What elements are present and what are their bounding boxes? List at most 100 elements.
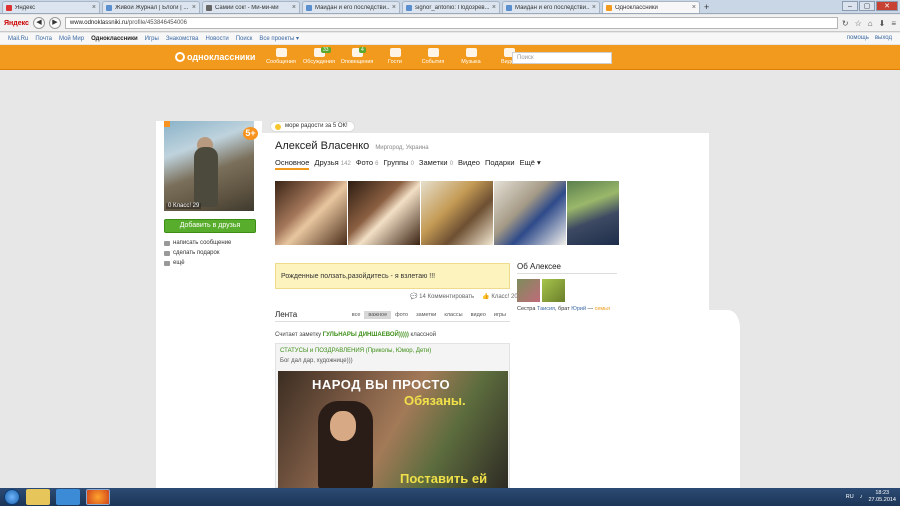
url-bar[interactable]: www.odnoklassniki.ru/profile/45384645400… (64, 17, 838, 29)
tab-label: Яндекс (15, 4, 36, 11)
profile-tabs: Основное Друзья 142 Фото 6 Группы 0 Заметки … (275, 158, 541, 170)
feed-tab[interactable]: важное (364, 311, 392, 319)
ok-menu-item[interactable]: Сообщения (262, 48, 300, 65)
profile-photo-5[interactable] (567, 181, 619, 245)
profile-tab[interactable]: Ещё ▾ (520, 158, 541, 170)
brother-link[interactable]: Юрий (571, 306, 586, 312)
download-icon[interactable]: ⬇ (879, 19, 886, 28)
browser-tab[interactable]: Живой Журнал | Блоги | ... × (102, 1, 200, 13)
browser-tab[interactable]: Майдан и его последстви... × (302, 1, 400, 13)
ok-menu-item[interactable]: События (414, 48, 452, 65)
like-link[interactable]: 👍 Класс! 20 (482, 293, 517, 300)
profile-tab-label: Группы (383, 158, 409, 167)
portal-link[interactable]: Mail.Ru (8, 36, 28, 42)
ok-logo-icon (175, 52, 185, 62)
ok-logo[interactable]: одноклассники (175, 52, 255, 62)
minimize-button[interactable]: – (842, 1, 858, 11)
portal-link[interactable]: Одноклассники (91, 36, 138, 42)
new-tab-button[interactable]: + (704, 1, 709, 13)
portal-link[interactable]: Поиск (236, 36, 253, 42)
add-friend-button[interactable]: Добавить в друзья (164, 219, 256, 233)
forward-button[interactable]: ▶ (48, 17, 61, 29)
profile-action[interactable]: написать сообщение (164, 240, 231, 246)
ok-menu-item[interactable]: Обсуждения 33 (300, 47, 338, 65)
tab-close-icon[interactable]: × (492, 4, 496, 11)
back-button[interactable]: ◀ (32, 17, 45, 29)
profile-photo-4[interactable] (494, 181, 566, 245)
profile-photo-2[interactable] (348, 181, 420, 245)
profile-action[interactable]: сделать подарок (164, 250, 231, 256)
star-icon[interactable]: ☆ (855, 19, 862, 28)
profile-tab[interactable]: Подарки (485, 158, 515, 170)
portal-link[interactable]: Мой Мир (59, 36, 84, 42)
tab-close-icon[interactable]: × (592, 4, 596, 11)
five-plus-badge[interactable]: 5+ (243, 127, 258, 140)
portal-link[interactable]: Все проекты ▾ (259, 35, 299, 42)
ok-menu-item[interactable]: Музыка (452, 48, 490, 65)
portal-link[interactable]: Почта (35, 36, 52, 42)
profile-photo-3[interactable] (421, 181, 493, 245)
feed-post-image[interactable]: НАРОД ВЫ ПРОСТО Обязаны. Поставить ей (278, 371, 508, 489)
feed-tab[interactable]: фото (391, 311, 412, 319)
profile-photo-1[interactable] (275, 181, 347, 245)
profile-tab[interactable]: Видео (458, 158, 480, 170)
browser-tab[interactable]: Одноклассники × (602, 1, 700, 13)
tab-close-icon[interactable]: × (92, 4, 96, 11)
tab-close-icon[interactable]: × (292, 4, 296, 11)
relative-thumb-brother[interactable] (542, 279, 565, 302)
profile-action-icon (164, 240, 170, 246)
browser-tab[interactable]: Майдан и его последстви... × (502, 1, 600, 13)
home-icon[interactable]: ⌂ (868, 19, 873, 28)
profile-tab[interactable]: Группы 0 (383, 158, 413, 170)
profile-action[interactable]: ещё (164, 260, 231, 266)
profile-tab[interactable]: Заметки 0 (419, 158, 453, 170)
firefox-taskbar-icon[interactable] (86, 489, 110, 505)
volume-icon[interactable]: ♪ (860, 494, 863, 500)
family-link[interactable]: семья (595, 306, 610, 312)
ok-search-input[interactable]: Поиск (512, 52, 612, 64)
feed-tab[interactable]: заметки (412, 311, 440, 319)
ok-menu-item[interactable]: Оповещения 4 (338, 47, 376, 65)
image-caption-1: НАРОД ВЫ ПРОСТО (312, 377, 451, 392)
portal-link[interactable]: Знакомства (166, 36, 199, 42)
more-joy-banner[interactable]: море радости за 5 ОК! (270, 121, 355, 132)
browser-brand[interactable]: Яндекс (4, 20, 29, 27)
status-box: Рожденные ползать,разойдитесь - я взлета… (275, 263, 510, 289)
profile-tab[interactable]: Фото 6 (356, 158, 379, 170)
feed-author-link[interactable]: ГУЛЬНАРЫ ДИНШАЕВОЙ))))) (323, 332, 409, 338)
close-button[interactable]: ✕ (876, 1, 898, 11)
portal-link-right[interactable]: выход (875, 35, 892, 41)
explorer-taskbar-icon[interactable] (26, 489, 50, 505)
ok-menu-label: Обсуждения (303, 59, 335, 65)
feed-tab[interactable]: классы (440, 311, 466, 319)
portal-link-right[interactable]: помощь (847, 35, 869, 41)
feed-tab[interactable]: видео (467, 311, 490, 319)
relative-thumb-sister[interactable] (517, 279, 540, 302)
feed-tab[interactable]: все (348, 311, 365, 319)
menu-icon[interactable]: ≡ (891, 19, 896, 28)
maximize-button[interactable]: ▢ (859, 1, 875, 11)
browser-tab[interactable]: signor_antonio: Подозрев... × (402, 1, 500, 13)
profile-tab[interactable]: Друзья 142 (314, 158, 350, 170)
portal-link[interactable]: Игры (145, 36, 159, 42)
tab-close-icon[interactable]: × (392, 4, 396, 11)
image-caption-3: Поставить ей (400, 471, 488, 486)
tab-close-icon[interactable]: × (692, 4, 696, 11)
browser-tabbar: Яндекс × Живой Журнал | Блоги | ... × Самий … (0, 0, 900, 14)
sister-link[interactable]: Таисия (537, 306, 555, 312)
profile-avatar[interactable]: 5+ 0 Класс! 29 (164, 121, 258, 211)
start-button[interactable] (4, 489, 20, 505)
feed-group-link[interactable]: СТАТУСЫ и ПОЗДРАВЛЕНИЯ (Приколы, Юмор, Д… (280, 348, 431, 354)
tab-close-icon[interactable]: × (192, 4, 196, 11)
reload-icon[interactable]: ↻ (842, 19, 849, 28)
app-taskbar-icon[interactable] (56, 489, 80, 505)
clock[interactable]: 18:23 27.05.2014 (868, 490, 896, 504)
profile-tab[interactable]: Основное (275, 158, 310, 170)
comment-link[interactable]: 💬 14 Комментировать (410, 293, 474, 300)
ok-menu-item[interactable]: Гости (376, 48, 414, 65)
browser-tab[interactable]: Яндекс × (2, 1, 100, 13)
feed-tab[interactable]: игры (490, 311, 510, 319)
language-indicator[interactable]: RU (846, 494, 854, 500)
browser-tab[interactable]: Самий сок! - Ми-ми-ми × (202, 1, 300, 13)
portal-link[interactable]: Новости (205, 36, 228, 42)
